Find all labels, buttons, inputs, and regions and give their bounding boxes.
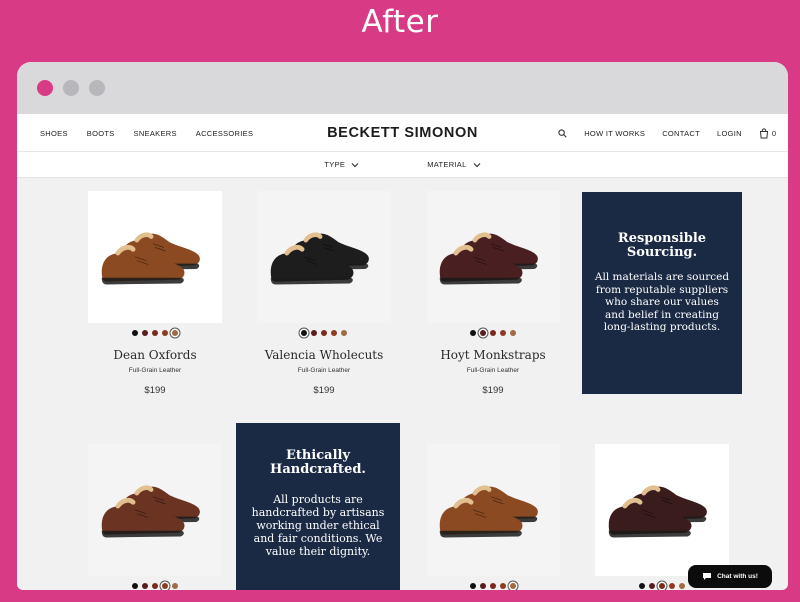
color-swatch[interactable] — [470, 583, 476, 589]
shoe-pair-illustration — [608, 485, 707, 538]
product-price: $199 — [144, 385, 166, 396]
site-nav: SHOES BOOTS SNEAKERS ACCESSORIES BECKETT… — [17, 114, 788, 152]
color-swatch[interactable] — [679, 583, 685, 589]
product-price: $199 — [482, 385, 504, 396]
color-swatch[interactable] — [172, 583, 178, 589]
color-swatch[interactable] — [341, 330, 347, 336]
product-card-row2-3[interactable] — [426, 444, 560, 589]
color-swatch[interactable] — [321, 330, 327, 336]
product-material: Full-Grain Leather — [297, 367, 351, 374]
color-swatch[interactable] — [470, 330, 476, 336]
product-image[interactable] — [257, 191, 391, 323]
browser-chrome — [17, 62, 788, 114]
maximize-window-dot[interactable] — [89, 80, 105, 96]
nav-login[interactable]: LOGIN — [717, 129, 742, 138]
shoe-pair-illustration — [101, 232, 200, 285]
product-name[interactable]: Valencia Wholecuts — [257, 348, 391, 362]
product-image[interactable] — [88, 444, 222, 576]
product-name[interactable]: Hoyt Monkstraps — [426, 348, 560, 362]
cart-count: 0 — [771, 128, 776, 138]
shoe-pair-illustration — [439, 232, 538, 285]
product-card-row2-1[interactable] — [88, 444, 222, 589]
nav-accessories[interactable]: ACCESSORIES — [196, 129, 253, 138]
chevron-down-icon — [351, 162, 359, 167]
color-swatches — [88, 583, 222, 589]
color-swatch[interactable] — [480, 330, 486, 336]
product-name[interactable]: Dean Oxfords — [88, 348, 222, 362]
color-swatch[interactable] — [659, 583, 665, 589]
shoe-pair-illustration — [101, 485, 200, 538]
product-grid: Dean Oxfords Full-Grain Leather $199 Val… — [17, 178, 788, 590]
color-swatch[interactable] — [172, 330, 178, 336]
chat-button[interactable]: Chat with us! — [688, 565, 772, 588]
color-swatch[interactable] — [142, 583, 148, 589]
color-swatch[interactable] — [510, 583, 516, 589]
filter-material-label: MATERIAL — [427, 160, 467, 169]
color-swatch[interactable] — [162, 583, 168, 589]
nav-sneakers[interactable]: SNEAKERS — [134, 129, 177, 138]
filter-type-label: TYPE — [324, 160, 346, 169]
color-swatch[interactable] — [510, 330, 516, 336]
color-swatch[interactable] — [152, 583, 158, 589]
color-swatch[interactable] — [311, 330, 317, 336]
filter-material[interactable]: MATERIAL — [427, 160, 481, 169]
product-image[interactable] — [595, 444, 729, 576]
promo-ethically-handcrafted: Ethically Handcrafted. All products are … — [236, 423, 400, 590]
product-image[interactable] — [426, 191, 560, 323]
promo-body: All materials are sourced from reputable… — [594, 271, 730, 333]
color-swatches — [88, 330, 222, 336]
color-swatches — [257, 330, 391, 336]
color-swatch[interactable] — [500, 330, 506, 336]
promo-body: All products are handcrafted by artisans… — [251, 493, 385, 558]
search-icon[interactable] — [558, 128, 567, 138]
product-card-dean-oxfords[interactable]: Dean Oxfords Full-Grain Leather $199 — [88, 191, 222, 396]
browser-window: SHOES BOOTS SNEAKERS ACCESSORIES BECKETT… — [17, 62, 788, 590]
color-swatch[interactable] — [500, 583, 506, 589]
nav-boots[interactable]: BOOTS — [87, 129, 115, 138]
color-swatches — [426, 330, 560, 336]
color-swatch[interactable] — [301, 330, 307, 336]
color-swatches — [426, 583, 560, 589]
product-price: $199 — [313, 385, 335, 396]
product-card-valencia-wholecuts[interactable]: Valencia Wholecuts Full-Grain Leather $1… — [257, 191, 391, 396]
minimize-window-dot[interactable] — [63, 80, 79, 96]
promo-title: Ethically Handcrafted. — [270, 448, 366, 477]
color-swatch[interactable] — [480, 583, 486, 589]
chevron-down-icon — [473, 162, 481, 167]
color-swatch[interactable] — [639, 583, 645, 589]
nav-contact[interactable]: CONTACT — [662, 129, 700, 138]
nav-how-it-works[interactable]: HOW IT WORKS — [584, 129, 645, 138]
color-swatch[interactable] — [162, 330, 168, 336]
color-swatch[interactable] — [649, 583, 655, 589]
product-material: Full-Grain Leather — [128, 367, 182, 374]
headline: After — [361, 4, 439, 40]
product-material: Full-Grain Leather — [466, 367, 520, 374]
filter-bar: TYPE MATERIAL — [17, 152, 788, 178]
color-swatch[interactable] — [490, 330, 496, 336]
promo-responsible-sourcing: Responsible Sourcing. All materials are … — [582, 192, 742, 394]
shoe-pair-illustration — [439, 485, 538, 538]
color-swatch[interactable] — [132, 330, 138, 336]
product-image[interactable] — [88, 191, 222, 323]
chat-bubble-icon — [703, 573, 712, 580]
color-swatch[interactable] — [152, 330, 158, 336]
nav-shoes[interactable]: SHOES — [40, 129, 68, 138]
bag-icon — [759, 127, 768, 138]
brand-logo[interactable]: BECKETT SIMONON — [327, 125, 478, 141]
color-swatch[interactable] — [132, 583, 138, 589]
close-window-dot[interactable] — [37, 80, 53, 96]
cart-button[interactable]: 0 — [759, 127, 776, 139]
shoe-pair-illustration — [270, 232, 369, 285]
color-swatch[interactable] — [331, 330, 337, 336]
chat-label: Chat with us! — [717, 573, 758, 580]
color-swatch[interactable] — [142, 330, 148, 336]
color-swatch[interactable] — [490, 583, 496, 589]
product-card-hoyt-monkstraps[interactable]: Hoyt Monkstraps Full-Grain Leather $199 — [426, 191, 560, 396]
product-image[interactable] — [426, 444, 560, 576]
color-swatch[interactable] — [669, 583, 675, 589]
promo-title: Responsible Sourcing. — [617, 231, 707, 260]
filter-type[interactable]: TYPE — [324, 160, 359, 169]
